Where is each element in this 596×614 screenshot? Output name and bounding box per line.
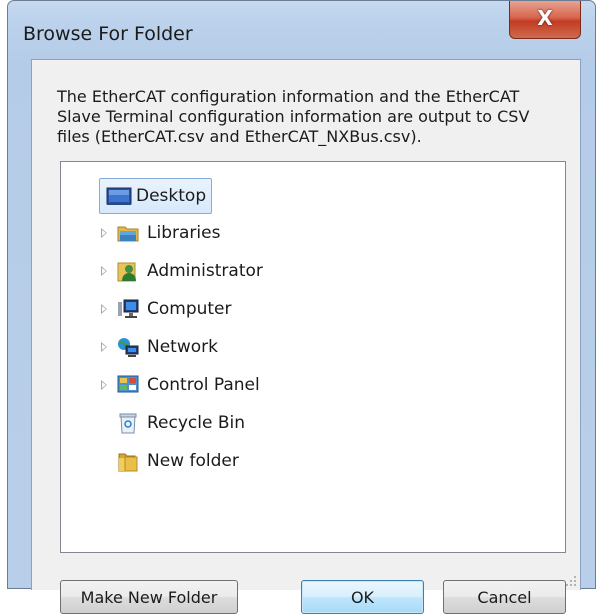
close-button[interactable]: X: [509, 1, 581, 39]
computer-icon: [117, 298, 139, 320]
desktop-icon: [106, 185, 132, 207]
tree-item-label: Network: [147, 337, 218, 357]
tree-item-libraries[interactable]: Libraries: [101, 216, 221, 250]
tree-item-label: New folder: [147, 451, 239, 471]
tree-item-label: Computer: [147, 299, 232, 319]
tree-item-label: Administrator: [147, 261, 263, 281]
dialog-body: The EtherCAT configuration information a…: [31, 59, 581, 614]
expand-arrow-icon[interactable]: [101, 342, 107, 352]
tree-item-label: Control Panel: [147, 375, 260, 395]
expand-arrow-icon[interactable]: [101, 266, 107, 276]
tree-item-label: Recycle Bin: [147, 413, 246, 433]
tree-item-new-folder[interactable]: New folder: [117, 444, 239, 478]
tree-item-administrator[interactable]: Administrator: [101, 254, 263, 288]
tree-item-desktop[interactable]: Desktop: [99, 178, 213, 214]
recycle-bin-icon: [117, 412, 139, 434]
tree-item-recycle-bin[interactable]: Recycle Bin: [117, 406, 245, 440]
control-panel-icon: [117, 374, 139, 396]
title-bar[interactable]: Browse For Folder X: [8, 1, 595, 61]
expand-arrow-icon[interactable]: [101, 228, 107, 238]
tree-item-control-panel[interactable]: Control Panel: [101, 368, 260, 402]
tree-item-computer[interactable]: Computer: [101, 292, 232, 326]
instructions-text: The EtherCAT configuration information a…: [57, 87, 530, 146]
folder-icon: [117, 450, 139, 472]
resize-grip-icon[interactable]: [565, 575, 577, 587]
libraries-icon: [117, 222, 139, 244]
browse-for-folder-dialog: Browse For Folder X The EtherCAT configu…: [7, 0, 596, 614]
window-title: Browse For Folder: [23, 23, 193, 45]
user-folder-icon: [117, 260, 139, 282]
tree-item-label: Libraries: [147, 223, 221, 243]
network-icon: [117, 336, 139, 358]
tree-item-label: Desktop: [136, 186, 207, 206]
expand-arrow-icon[interactable]: [101, 380, 107, 390]
cancel-button[interactable]: Cancel: [443, 580, 566, 614]
folder-tree[interactable]: Desktop Libraries Administrator Computer…: [60, 161, 566, 553]
expand-arrow-icon[interactable]: [101, 304, 107, 314]
make-new-folder-button[interactable]: Make New Folder: [60, 580, 238, 614]
ok-button[interactable]: OK: [301, 580, 424, 614]
tree-item-network[interactable]: Network: [101, 330, 218, 364]
